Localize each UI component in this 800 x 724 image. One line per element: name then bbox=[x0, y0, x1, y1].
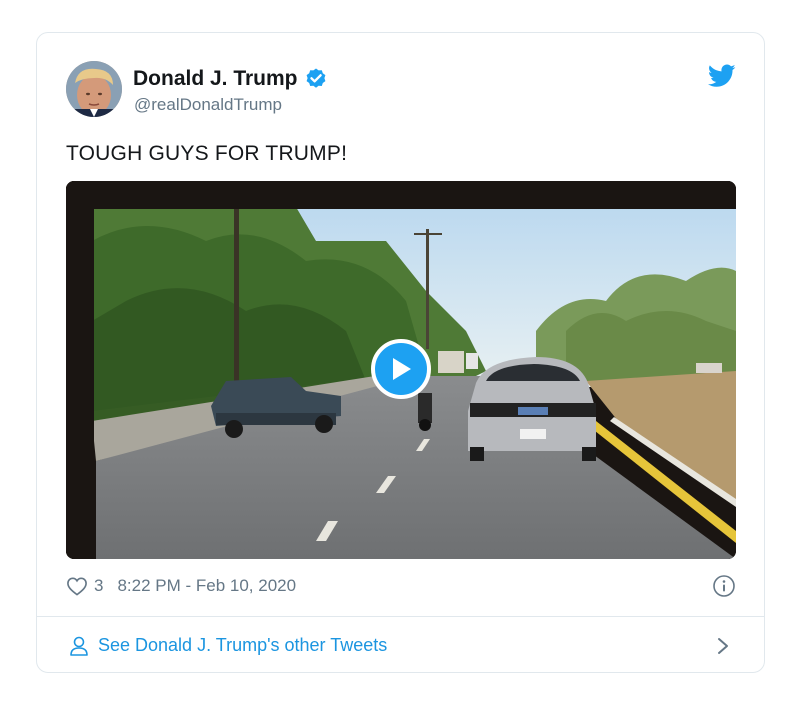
author-avatar[interactable] bbox=[66, 61, 122, 117]
see-other-tweets-link[interactable]: See Donald J. Trump's other Tweets bbox=[37, 617, 764, 673]
author-name-row[interactable]: Donald J. Trump bbox=[133, 67, 328, 91]
twitter-bird-icon[interactable] bbox=[708, 64, 736, 88]
like-button[interactable]: 3 bbox=[66, 576, 103, 596]
tweet-meta: 3 8:22 PM - Feb 10, 2020 bbox=[66, 571, 736, 601]
info-icon[interactable] bbox=[712, 574, 736, 598]
embedded-tweet-card: Donald J. Trump @realDonaldTrump TOUGH G… bbox=[36, 32, 765, 673]
verified-badge-icon bbox=[306, 68, 325, 88]
author-handle[interactable]: @realDonaldTrump bbox=[134, 95, 282, 115]
play-icon bbox=[393, 358, 411, 380]
avatar-image bbox=[66, 61, 122, 117]
author-display-name[interactable]: Donald J. Trump bbox=[133, 67, 298, 91]
person-icon bbox=[70, 636, 88, 656]
tweet-text: TOUGH GUYS FOR TRUMP! bbox=[66, 142, 348, 165]
tweet-timestamp[interactable]: 8:22 PM - Feb 10, 2020 bbox=[117, 576, 296, 596]
see-other-tweets-label[interactable]: See Donald J. Trump's other Tweets bbox=[98, 635, 387, 656]
like-count: 3 bbox=[94, 576, 104, 595]
play-button[interactable] bbox=[371, 339, 431, 399]
heart-icon bbox=[67, 577, 87, 596]
video-player[interactable] bbox=[66, 181, 736, 559]
chevron-right-icon[interactable] bbox=[716, 636, 730, 656]
tweet-header: Donald J. Trump @realDonaldTrump bbox=[37, 33, 764, 143]
